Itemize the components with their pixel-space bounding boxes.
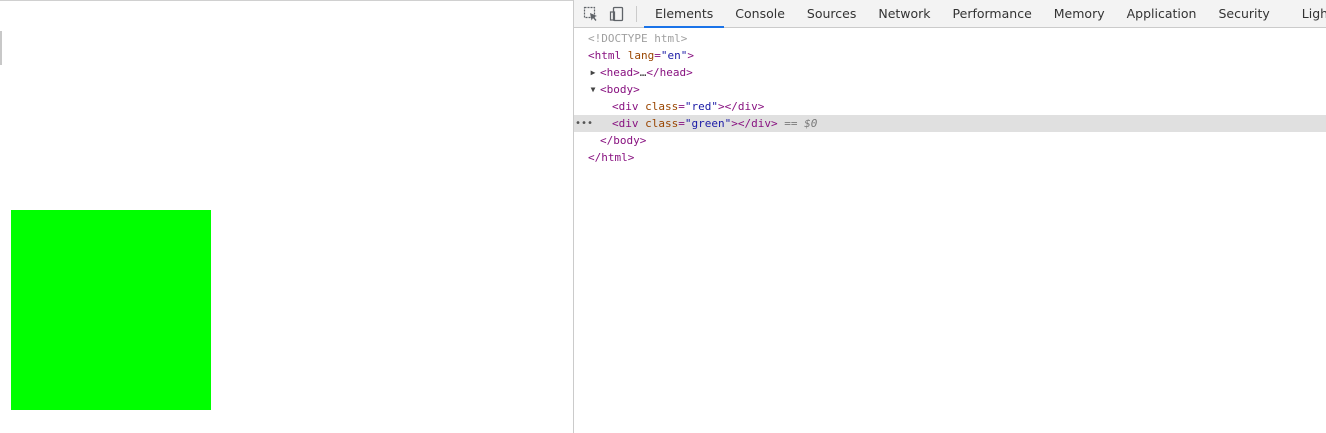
- tab-performance[interactable]: Performance: [942, 0, 1043, 28]
- tab-console[interactable]: Console: [724, 0, 796, 28]
- dom-node-body-close[interactable]: </body>: [574, 132, 1326, 149]
- div-close-tag: ></div>: [718, 100, 765, 113]
- inspect-element-icon[interactable]: [583, 6, 599, 22]
- device-toolbar-icon[interactable]: [609, 6, 625, 22]
- tab-lighthouse[interactable]: Lighthouse: [1281, 0, 1326, 28]
- viewport-edge-mark: [0, 31, 2, 65]
- class-value-red: "red": [684, 100, 718, 113]
- tab-sources[interactable]: Sources: [796, 0, 867, 28]
- body-open-tag: <body>: [600, 83, 640, 96]
- div-open-tag: <div: [612, 117, 639, 130]
- class-attr: class: [645, 100, 679, 113]
- head-open-tag: <head>: [600, 66, 640, 79]
- tab-memory[interactable]: Memory: [1043, 0, 1116, 28]
- tab-security[interactable]: Security: [1207, 0, 1280, 28]
- dom-node-head[interactable]: ▶ <head>…</head>: [574, 64, 1326, 81]
- page-viewport: [0, 0, 573, 433]
- row-actions-icon[interactable]: •••: [575, 115, 593, 132]
- dom-node-html-close[interactable]: </html>: [574, 149, 1326, 166]
- html-open-tag: <html: [588, 49, 622, 62]
- html-lang-attr: lang: [627, 49, 655, 62]
- html-close-tag: </html>: [588, 151, 635, 164]
- body-close-tag: </body>: [600, 134, 647, 147]
- head-close-tag: </head>: [646, 66, 693, 79]
- collapse-triangle-icon[interactable]: ▼: [588, 81, 598, 98]
- dom-node-div-green[interactable]: ••• <div class="green"></div> == $0: [574, 115, 1326, 132]
- html-lang-value: "en": [660, 49, 688, 62]
- selected-node-marker: == $0: [784, 117, 818, 130]
- class-attr: class: [645, 117, 679, 130]
- dom-node-doctype[interactable]: <!DOCTYPE html>: [574, 30, 1326, 47]
- doctype-text: <!DOCTYPE html>: [588, 32, 688, 45]
- devtools-tabs: Elements Console Sources Network Perform…: [644, 0, 1326, 28]
- tab-application[interactable]: Application: [1116, 0, 1208, 28]
- class-value-green: "green": [684, 117, 732, 130]
- toolbar-separator: [636, 6, 637, 22]
- dom-node-div-red[interactable]: <div class="red"></div>: [574, 98, 1326, 115]
- expand-triangle-icon[interactable]: ▶: [588, 64, 598, 81]
- div-close-tag: ></div>: [731, 117, 778, 130]
- dom-node-html[interactable]: <html lang="en">: [574, 47, 1326, 64]
- devtools-panel: Elements Console Sources Network Perform…: [574, 0, 1326, 433]
- dom-node-body[interactable]: ▼ <body>: [574, 81, 1326, 98]
- html-gt: >: [687, 49, 694, 62]
- devtools-toolbar: Elements Console Sources Network Perform…: [574, 0, 1326, 28]
- tab-network[interactable]: Network: [867, 0, 941, 28]
- tab-elements[interactable]: Elements: [644, 0, 725, 28]
- div-open-tag: <div: [612, 100, 639, 113]
- green-div[interactable]: [11, 210, 211, 410]
- dom-tree: <!DOCTYPE html> <html lang="en"> ▶ <head>…: [574, 30, 1326, 166]
